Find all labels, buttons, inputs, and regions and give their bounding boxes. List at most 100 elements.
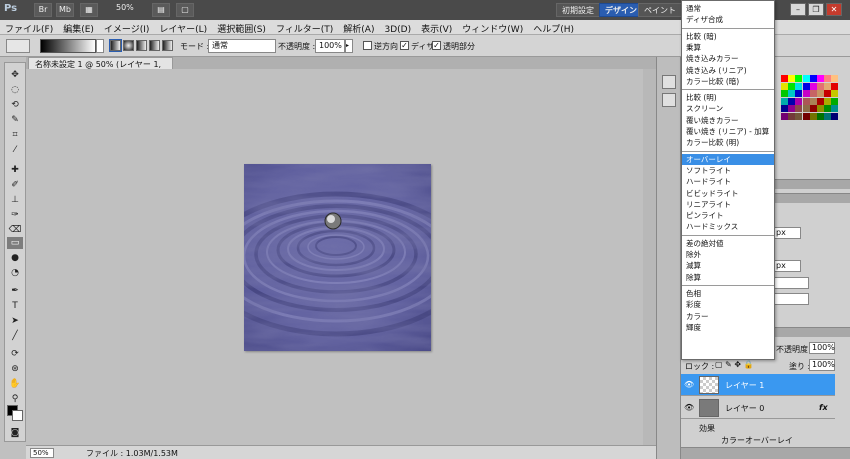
layer-row-1[interactable]: 👁 レイヤー 1 [681,374,835,396]
blend-option[interactable]: 比較 (暗) [682,31,774,42]
option-select-2[interactable] [773,293,809,305]
path-select-tool-icon[interactable]: ➤ [7,315,23,327]
color-swatch[interactable] [795,75,803,82]
hand-tool-icon[interactable]: ✋ [7,378,23,390]
color-swatch[interactable] [809,75,817,82]
color-swatch[interactable] [781,112,788,120]
menu-3d[interactable]: 3D(D) [379,23,416,35]
type-tool-icon[interactable]: T [7,300,23,312]
workspace-design[interactable]: デザイン [599,3,643,17]
lock-icons[interactable]: ▢ ✎ ✥ 🔒 [715,360,754,369]
fill-input[interactable]: 100% [809,359,835,371]
tool-preset-picker[interactable] [6,39,30,53]
zoom-level[interactable]: 50% [116,3,134,12]
move-tool-icon[interactable]: ✥ [7,69,23,81]
color-swatch[interactable] [831,105,839,112]
blend-option[interactable]: 乗算 [682,42,774,53]
color-swatch[interactable] [824,82,832,90]
workspace-painting[interactable]: ペイント [638,3,682,17]
color-swatch[interactable] [824,97,832,105]
size-field-1[interactable]: px [773,227,801,239]
color-swatch[interactable] [781,82,788,90]
color-swatch[interactable] [781,105,788,112]
restore-icon[interactable]: ❐ [808,3,824,16]
color-swatch[interactable] [824,90,832,97]
color-swatch[interactable] [788,75,796,82]
dither-checkbox[interactable]: ✓ [400,41,409,50]
color-swatch[interactable] [809,90,817,97]
color-swatch[interactable] [781,97,788,105]
clone-stamp-tool-icon[interactable]: ⊥ [7,194,23,206]
color-swatch[interactable] [809,82,817,90]
option-select-1[interactable] [773,277,809,289]
color-swatch[interactable] [817,105,824,112]
close-icon[interactable]: ✕ [826,3,842,16]
quick-select-tool-icon[interactable]: ✎ [7,114,23,126]
color-swatch[interactable] [795,90,803,97]
color-swatch[interactable] [817,75,824,82]
menu-window[interactable]: ウィンドウ(W) [457,20,528,35]
blend-mode-dropdown[interactable]: 通常 ディザ合成 比較 (暗) 乗算 焼き込みカラー 焼き込み (リニア) カラー比較 (暗… [681,0,775,360]
brush-tool-icon[interactable]: ✐ [7,179,23,191]
color-swatch[interactable] [802,105,810,112]
blend-option[interactable]: カラー [682,311,774,322]
effect-color-overlay[interactable]: カラーオーバーレイ [721,435,793,446]
zoom-tool-icon[interactable]: ⚲ [7,393,23,405]
blend-option[interactable]: 覆い焼きカラー [682,115,774,126]
blend-option[interactable]: 比較 (明) [682,92,774,103]
status-zoom-input[interactable]: 50% [30,448,54,458]
color-swatch[interactable] [802,112,810,120]
gradient-tool-icon[interactable]: ▭ [7,237,23,249]
color-swatch[interactable] [831,112,839,120]
gradient-picker-arrow[interactable] [96,39,104,53]
color-swatch[interactable] [795,97,803,105]
extras-icon[interactable]: ▦ [80,3,98,17]
menu-filter[interactable]: フィルター(T) [271,20,338,35]
radial-gradient-icon[interactable] [123,40,134,51]
file-size-info[interactable]: ファイル : 1.03M/1.53M [86,448,178,459]
blend-option[interactable]: スクリーン [682,103,774,114]
blend-option[interactable]: ビビッドライト [682,188,774,199]
color-swatch[interactable] [809,112,817,120]
adjustments-panel-icon[interactable] [662,93,676,107]
minimize-icon[interactable]: – [790,3,806,16]
blend-option[interactable]: 輝度 [682,322,774,333]
blend-option[interactable]: 色相 [682,288,774,299]
blend-option[interactable]: ピンライト [682,210,774,221]
vertical-scrollbar[interactable] [643,69,656,445]
color-swatch[interactable] [788,112,796,120]
mode-select[interactable]: 通常 [208,39,276,53]
blend-option[interactable]: カラー比較 (暗) [682,76,774,87]
background-color-swatch[interactable] [12,410,23,421]
eye-icon[interactable]: 👁 [684,403,694,412]
color-swatch[interactable] [788,82,796,90]
blend-option[interactable]: 減算 [682,260,774,271]
document-canvas[interactable] [244,164,431,351]
blend-option[interactable]: ソフトライト [682,165,774,176]
color-swatch[interactable] [802,90,810,97]
reflected-gradient-icon[interactable] [149,40,160,51]
workspace-essentials[interactable]: 初期設定 [556,3,600,17]
canvas-area[interactable] [26,69,656,445]
3d-rotate-tool-icon[interactable]: ⟳ [7,348,23,360]
color-swatch[interactable] [795,82,803,90]
arrange-documents-icon[interactable]: ▤ [152,3,170,17]
blend-option[interactable]: 焼き込みカラー [682,53,774,64]
blend-option[interactable]: ハードミックス [682,221,774,232]
color-swatch[interactable] [781,75,788,82]
menu-edit[interactable]: 編集(E) [58,20,99,35]
healing-brush-tool-icon[interactable]: ✚ [7,164,23,176]
transparency-checkbox[interactable]: ✓ [432,41,441,50]
blend-option[interactable]: 彩度 [682,299,774,310]
blend-option[interactable]: ハードライト [682,176,774,187]
blend-option[interactable]: 差の絶対値 [682,238,774,249]
color-swatch[interactable] [817,112,824,120]
menu-image[interactable]: イメージ(I) [99,20,155,35]
size-field-2[interactable]: px [773,260,801,272]
color-swatch[interactable] [831,97,839,105]
eraser-tool-icon[interactable]: ⌫ [7,224,23,236]
document-tab[interactable]: 名称未設定 1 @ 50% (レイヤー 1, RGB/8) * [28,57,173,79]
pen-tool-icon[interactable]: ✒ [7,285,23,297]
diamond-gradient-icon[interactable] [162,40,173,51]
color-swatch[interactable] [788,105,796,112]
